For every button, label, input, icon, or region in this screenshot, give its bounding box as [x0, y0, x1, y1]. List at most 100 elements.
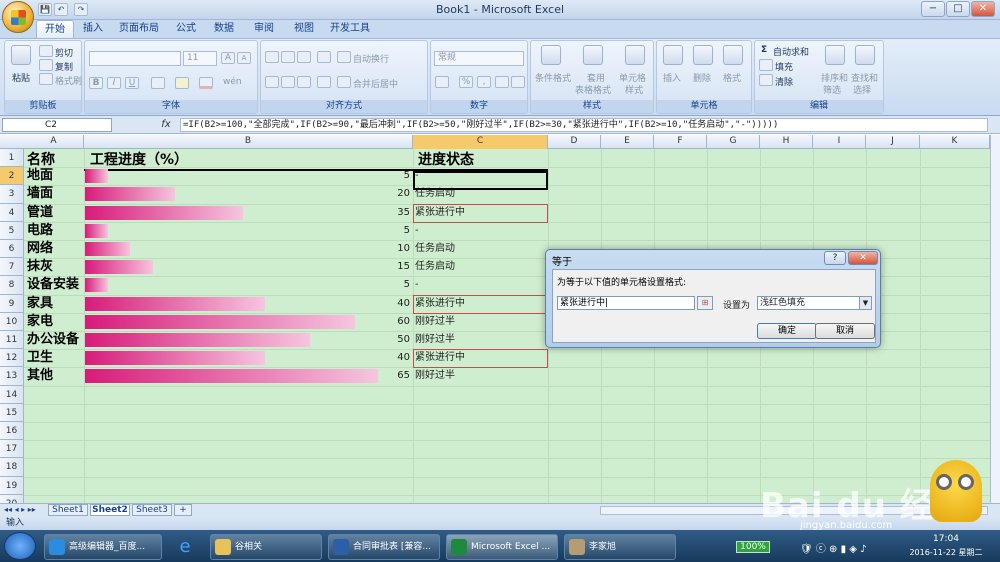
condition-value-input[interactable]: 紧张进行中|	[557, 296, 695, 310]
cell-status[interactable]: -	[415, 276, 419, 294]
undo-icon[interactable]: ↶	[54, 3, 68, 16]
column-header-i[interactable]: I	[813, 135, 866, 149]
wrap-text-icon[interactable]	[337, 51, 351, 63]
cell-progress-value[interactable]: 35	[350, 204, 410, 222]
cell-styles-icon[interactable]	[625, 45, 645, 65]
column-header-h[interactable]: H	[760, 135, 813, 149]
fill-button[interactable]: 填充	[775, 60, 793, 73]
minimize-button[interactable]: −	[921, 1, 945, 17]
dialog-close-button[interactable]: ✕	[848, 251, 878, 265]
align-top-icon[interactable]	[265, 51, 279, 63]
find-select-icon[interactable]	[855, 45, 875, 65]
cell-progress-value[interactable]: 5	[350, 276, 410, 294]
cell-progress-value[interactable]: 65	[350, 367, 410, 385]
percent-button[interactable]: %	[459, 76, 473, 88]
tab-home[interactable]: 开始	[36, 20, 74, 38]
paste-button[interactable]: 粘贴	[12, 71, 30, 84]
row-header-4[interactable]: 4	[0, 203, 24, 222]
sort-filter-icon[interactable]	[825, 45, 845, 65]
row-header-10[interactable]: 10	[0, 312, 24, 331]
clock-time[interactable]: 17:04	[916, 534, 976, 544]
sheet-tab-3[interactable]: Sheet3	[132, 504, 172, 516]
format-cells-icon[interactable]	[723, 45, 743, 65]
font-name-combo[interactable]	[89, 51, 181, 66]
battery-indicator[interactable]: 100%	[736, 541, 770, 553]
font-color-icon[interactable]	[199, 77, 213, 89]
sheet-tab-1[interactable]: Sheet1	[48, 504, 88, 516]
clock-date[interactable]: 2016-11-22 星期二	[896, 547, 996, 558]
font-size-combo[interactable]: 11	[183, 51, 217, 66]
clear-button[interactable]: 清除	[775, 75, 793, 88]
row-header-11[interactable]: 11	[0, 331, 24, 350]
cell-progress-value[interactable]: 40	[350, 349, 410, 367]
cell-status[interactable]: 刚好过半	[415, 313, 455, 331]
merge-center-icon[interactable]	[337, 76, 351, 88]
copy-icon[interactable]	[39, 59, 53, 71]
align-bottom-icon[interactable]	[297, 51, 311, 63]
cell-status[interactable]: 刚好过半	[415, 367, 455, 385]
row-header-17[interactable]: 17	[0, 440, 24, 459]
dialog-help-button[interactable]: ?	[824, 251, 846, 265]
row-header-8[interactable]: 8	[0, 276, 24, 295]
ie-icon[interactable]: e	[170, 534, 200, 560]
cut-icon[interactable]	[39, 45, 53, 57]
conditional-format-icon[interactable]	[541, 45, 561, 65]
currency-icon[interactable]	[435, 76, 449, 88]
align-center-icon[interactable]	[281, 76, 295, 88]
row-header-5[interactable]: 5	[0, 221, 24, 240]
row-header-6[interactable]: 6	[0, 240, 24, 259]
cell-name[interactable]: 家电	[27, 313, 53, 331]
cell-progress-value[interactable]: 60	[350, 313, 410, 331]
cell-name[interactable]: 家具	[27, 295, 53, 313]
column-header-b[interactable]: B	[84, 135, 413, 149]
cell-name[interactable]: 地面	[27, 167, 53, 185]
maximize-button[interactable]: □	[946, 1, 970, 17]
decrease-decimal-icon[interactable]	[511, 76, 525, 88]
cancel-button[interactable]: 取消	[815, 323, 875, 339]
taskbar-item-excel[interactable]: Microsoft Excel ...	[446, 534, 558, 560]
selected-cell-c2[interactable]	[413, 171, 548, 190]
shrink-font-icon[interactable]: A	[237, 52, 251, 64]
format-painter-icon[interactable]	[39, 73, 53, 85]
cell-name[interactable]: 电路	[27, 222, 53, 240]
row-header-16[interactable]: 16	[0, 422, 24, 441]
cell-name[interactable]: 其他	[27, 367, 53, 385]
row-header-1[interactable]: 1	[0, 149, 24, 168]
row-header-14[interactable]: 14	[0, 385, 24, 404]
cell-name[interactable]: 抹灰	[27, 258, 53, 276]
cell-name[interactable]: 墙面	[27, 185, 53, 203]
row-header-7[interactable]: 7	[0, 258, 24, 277]
orientation-icon[interactable]	[317, 51, 331, 63]
row-header-18[interactable]: 18	[0, 458, 24, 477]
phonetic-button[interactable]: wén	[223, 77, 242, 87]
tab-view[interactable]: 视图	[288, 20, 320, 38]
cell-progress-value[interactable]: 5	[350, 167, 410, 185]
conditional-format-button[interactable]: 条件格式	[535, 71, 571, 84]
save-icon[interactable]: 💾	[38, 3, 52, 16]
column-header-f[interactable]: F	[654, 135, 707, 149]
tab-formulas[interactable]: 公式	[170, 20, 202, 38]
row-header-12[interactable]: 12	[0, 349, 24, 368]
merge-center-button[interactable]: 合并后居中	[353, 77, 398, 90]
bold-button[interactable]: B	[89, 77, 103, 89]
sheet-tab-2[interactable]: Sheet2	[90, 504, 130, 516]
cell-progress-value[interactable]: 20	[350, 185, 410, 203]
taskbar-item-word[interactable]: 合同审批表 [兼容...	[328, 534, 440, 560]
italic-button[interactable]: I	[107, 77, 121, 89]
sheet-nav-icon[interactable]: ◂◂ ◂ ▸ ▸▸	[4, 505, 36, 514]
cell-status[interactable]: 任务启动	[415, 240, 455, 258]
column-header-k[interactable]: K	[920, 135, 990, 149]
autosum-button[interactable]: 自动求和	[773, 45, 809, 58]
tab-insert[interactable]: 插入	[76, 20, 110, 38]
decrease-indent-icon[interactable]	[317, 76, 331, 88]
taskbar-item-photo[interactable]: 李家旭	[564, 534, 676, 560]
insert-function-icon[interactable]: fx	[156, 118, 176, 132]
cell-progress-value[interactable]: 10	[350, 240, 410, 258]
redo-icon[interactable]: ↷	[74, 3, 88, 16]
cell-progress-value[interactable]: 40	[350, 295, 410, 313]
border-icon[interactable]	[151, 77, 165, 89]
start-button[interactable]	[4, 532, 36, 560]
align-middle-icon[interactable]	[281, 51, 295, 63]
column-header-e[interactable]: E	[601, 135, 654, 149]
formula-input[interactable]: =IF(B2>=100,"全部完成",IF(B2>=90,"最后冲刺",IF(B…	[180, 118, 988, 132]
